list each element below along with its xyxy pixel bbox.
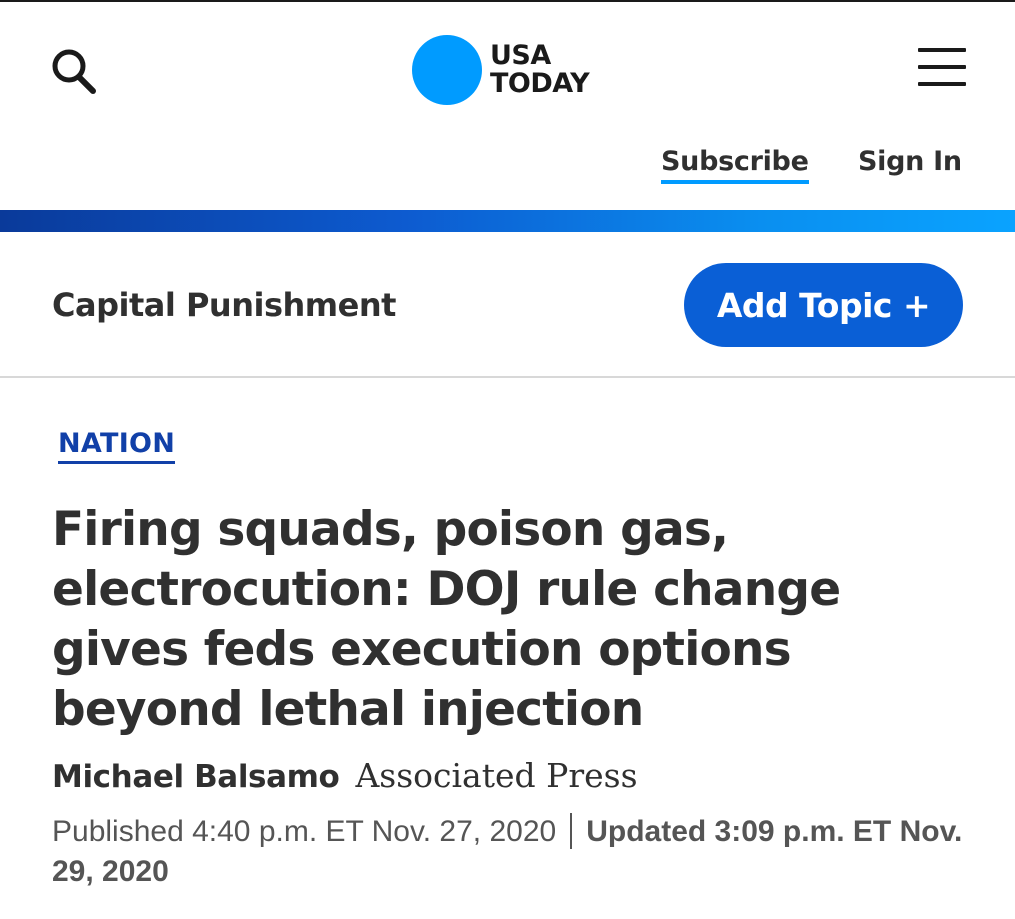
logo-line-1: USA: [490, 40, 551, 71]
add-topic-button[interactable]: Add Topic +: [684, 263, 963, 347]
brand-gradient-bar: [0, 210, 1015, 232]
article-page: USA TODAY Subscribe Sign In Capital Puni…: [0, 0, 1015, 919]
author-name[interactable]: Michael Balsamo: [52, 759, 340, 795]
sign-in-link[interactable]: Sign In: [858, 146, 962, 177]
article-headline: Firing squads, poison gas, electrocution…: [52, 502, 841, 737]
menu-button[interactable]: [916, 46, 968, 90]
byline: Michael Balsamo Associated Press: [52, 756, 638, 795]
date-separator: [570, 813, 573, 849]
published-date: Published 4:40 p.m. ET Nov. 27, 2020: [52, 815, 557, 848]
topic-title: Capital Punishment: [52, 286, 396, 324]
search-icon: [52, 49, 96, 94]
search-button[interactable]: [48, 44, 102, 98]
article-dates: Published 4:40 p.m. ET Nov. 27, 2020 Upda…: [52, 812, 972, 892]
usa-today-logo[interactable]: USA TODAY: [412, 34, 590, 106]
logo-dot: [412, 35, 482, 105]
outlet-name: Associated Press: [355, 756, 638, 795]
topic-bar: Capital Punishment Add Topic +: [0, 232, 1015, 378]
logo-line-2: TODAY: [490, 68, 590, 99]
logo-wordmark: USA TODAY: [490, 40, 590, 99]
subscribe-link[interactable]: Subscribe: [661, 146, 809, 184]
section-link-nation[interactable]: NATION: [58, 428, 176, 464]
site-header: USA TODAY Subscribe Sign In: [0, 0, 1015, 210]
